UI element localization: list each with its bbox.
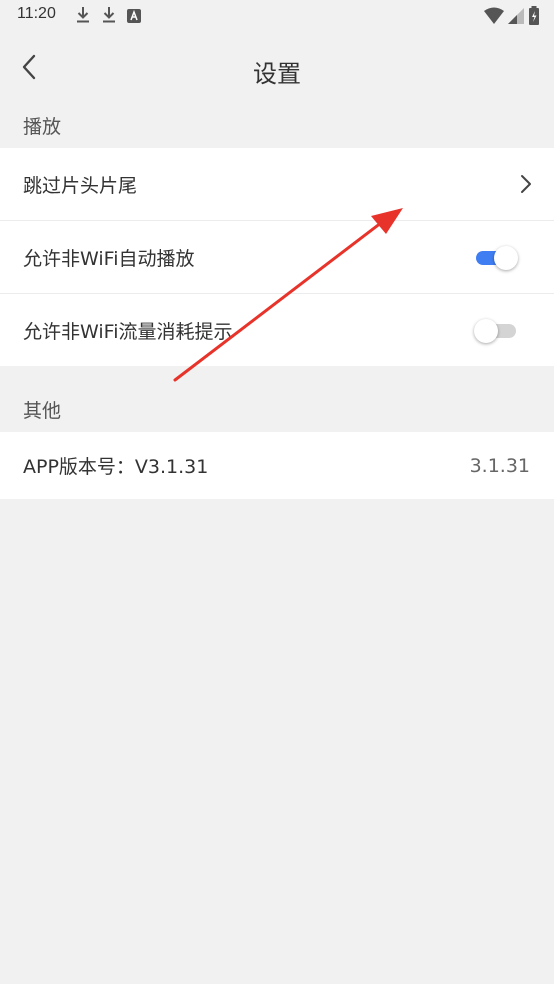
- section-header-other: 其他: [23, 400, 62, 422]
- status-time: 11:20: [17, 5, 56, 22]
- app-version-row: APP版本号：V3.1.31 3.1.31: [0, 432, 554, 499]
- app-header: 设置: [0, 32, 554, 108]
- page-title: 设置: [253, 60, 301, 88]
- download-icon: [101, 6, 117, 28]
- row-label: APP版本号：V3.1.31: [23, 456, 209, 478]
- row-label: 允许非WiFi自动播放: [23, 247, 195, 270]
- skip-intro-outro-row[interactable]: 跳过片头片尾: [0, 148, 554, 221]
- playback-settings-group: 跳过片头片尾 允许非WiFi自动播放 允许非WiFi流量消耗提示: [0, 148, 554, 366]
- chevron-right-icon: [518, 172, 534, 196]
- non-wifi-autoplay-toggle[interactable]: [474, 239, 518, 275]
- non-wifi-data-warning-toggle[interactable]: [474, 312, 518, 348]
- non-wifi-autoplay-row: 允许非WiFi自动播放: [0, 221, 554, 294]
- status-notification-icons: [75, 6, 141, 28]
- row-label: 允许非WiFi流量消耗提示: [23, 320, 233, 343]
- row-label: 跳过片头片尾: [23, 174, 138, 197]
- non-wifi-data-warning-row: 允许非WiFi流量消耗提示: [0, 294, 554, 366]
- toggle-knob: [494, 246, 518, 270]
- wifi-icon: [484, 7, 504, 29]
- signal-icon: [508, 7, 524, 29]
- a-notification-icon: [127, 8, 141, 27]
- download-icon: [75, 6, 91, 28]
- status-bar: 11:20: [0, 0, 554, 32]
- status-system-icons: [484, 6, 540, 30]
- toggle-knob: [474, 319, 498, 343]
- battery-icon: [528, 6, 540, 30]
- section-header-playback: 播放: [23, 116, 62, 138]
- other-settings-group: APP版本号：V3.1.31 3.1.31: [0, 432, 554, 499]
- app-version-value: 3.1.31: [469, 454, 530, 477]
